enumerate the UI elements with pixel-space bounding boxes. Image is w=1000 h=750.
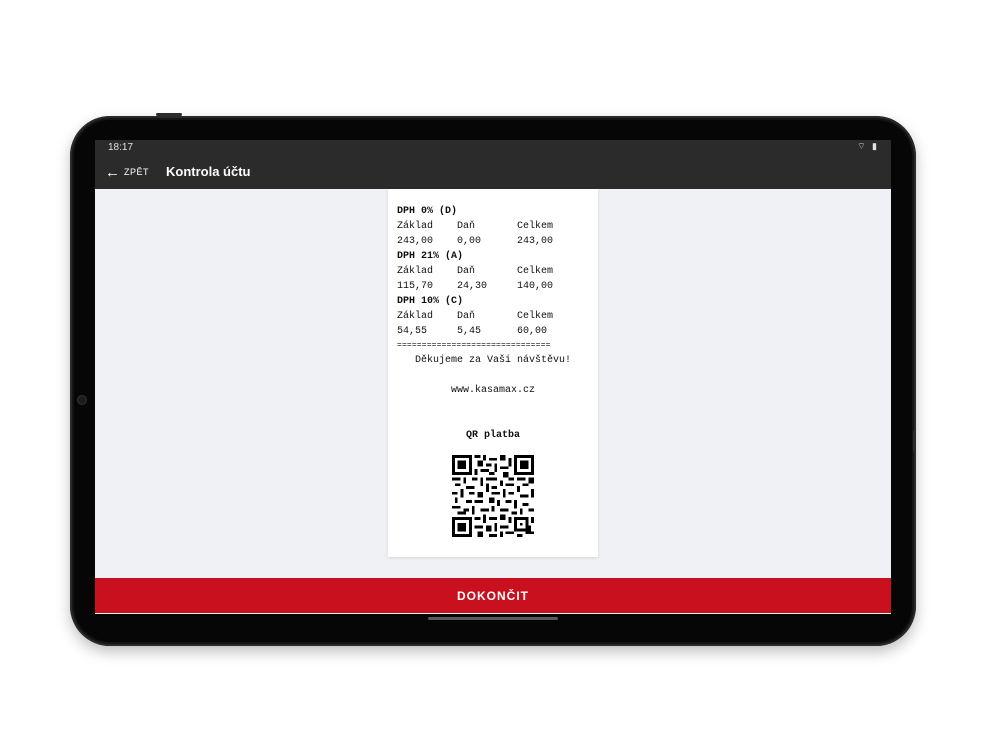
status-bar: 18:17 ⌔ ▮ bbox=[95, 140, 891, 155]
vat-tax-value: 5,45 bbox=[457, 326, 482, 337]
vat-base-value: 54,55 bbox=[397, 326, 428, 337]
qr-payment-code bbox=[452, 455, 534, 537]
home-indicator[interactable] bbox=[428, 617, 558, 620]
vat-total-value: 140,00 bbox=[517, 281, 554, 292]
wifi-battery-icon: ⌔ ▮ bbox=[857, 141, 879, 151]
vat-group-header: DPH 10% (C) bbox=[397, 296, 464, 307]
power-button bbox=[913, 430, 916, 452]
col-total-label: Celkem bbox=[517, 221, 554, 232]
col-tax-label: Daň bbox=[457, 311, 476, 322]
receipt-separator: =============================== bbox=[397, 341, 551, 350]
col-total-label: Celkem bbox=[517, 311, 554, 322]
camera-icon bbox=[77, 395, 87, 405]
col-base-label: Základ bbox=[397, 311, 434, 322]
app-bar: ← ZPĚT Kontrola účtu bbox=[95, 155, 891, 189]
vat-tax-value: 24,30 bbox=[457, 281, 488, 292]
back-label: ZPĚT bbox=[124, 167, 150, 177]
vat-base-value: 115,70 bbox=[397, 281, 434, 292]
vat-base-value: 243,00 bbox=[397, 236, 434, 247]
status-time: 18:17 bbox=[108, 142, 134, 153]
vat-group-header: DPH 21% (A) bbox=[397, 251, 464, 262]
volume-button bbox=[156, 113, 182, 116]
col-base-label: Základ bbox=[397, 266, 434, 277]
vat-total-value: 243,00 bbox=[517, 236, 554, 247]
page-title: Kontrola účtu bbox=[166, 164, 251, 179]
col-tax-label: Daň bbox=[457, 266, 476, 277]
website-text: www.kasamax.cz bbox=[450, 385, 535, 396]
app-screen: 18:17 ⌔ ▮ ← ZPĚT Kontrola účtu DPH 0% (D… bbox=[95, 140, 891, 614]
col-base-label: Základ bbox=[397, 221, 434, 232]
vat-tax-value: 0,00 bbox=[457, 236, 482, 247]
thanks-message: Děkujeme za Vaši návštěvu! bbox=[414, 355, 572, 366]
arrow-left-icon: ← bbox=[105, 163, 120, 181]
finish-button[interactable]: DOKONČIT bbox=[95, 578, 891, 613]
back-button[interactable]: ← ZPĚT bbox=[105, 162, 149, 182]
col-total-label: Celkem bbox=[517, 266, 554, 277]
receipt-preview: DPH 0% (D) Základ Daň Celkem 243,00 0,00… bbox=[388, 189, 598, 557]
vat-group-header: DPH 0% (D) bbox=[397, 206, 458, 217]
vat-total-value: 60,00 bbox=[517, 326, 548, 337]
col-tax-label: Daň bbox=[457, 221, 476, 232]
qr-label: QR platba bbox=[465, 430, 520, 441]
